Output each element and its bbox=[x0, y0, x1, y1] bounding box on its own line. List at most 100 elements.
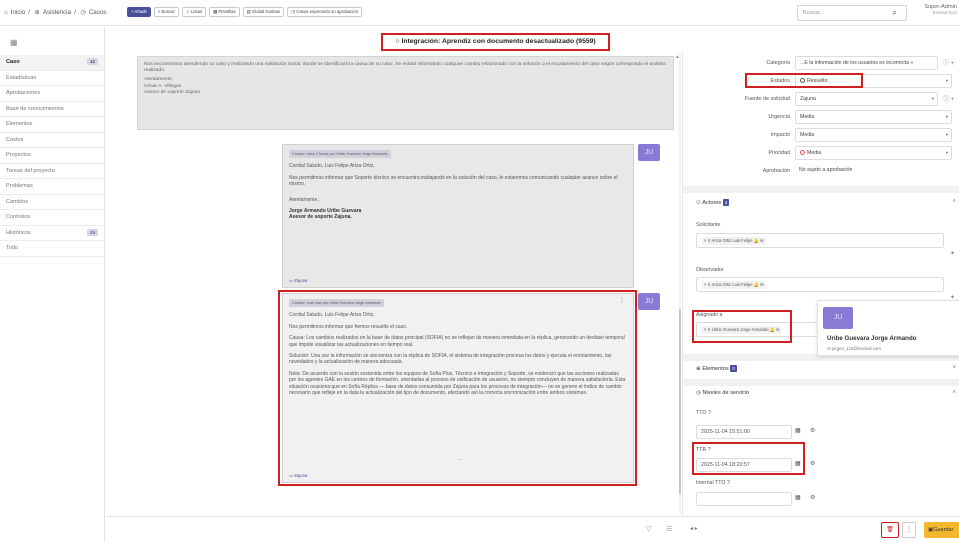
sla-header[interactable]: ◷ Niveles de servicio bbox=[696, 390, 749, 396]
ttr-date-input[interactable]: 2025-11-04 18:20:57 bbox=[696, 458, 792, 472]
info-plus-icon[interactable]: ⓘ + bbox=[943, 94, 954, 103]
internal-tto-date-input[interactable] bbox=[696, 492, 792, 506]
sidebar-item-tareas-proyecto[interactable]: Tareas del proyecto bbox=[0, 164, 104, 179]
sidebar-item-todo[interactable]: Todo bbox=[0, 241, 104, 257]
elements-header[interactable]: ⊕ Elementos 0 bbox=[696, 365, 737, 372]
scroll-up-icon[interactable]: ▴ bbox=[676, 54, 679, 60]
sidebar-item-caso[interactable]: Caso 12 bbox=[0, 55, 104, 71]
source-select[interactable]: Zajuna ▾ bbox=[795, 92, 938, 106]
list-view-icon[interactable]: ☰ bbox=[666, 525, 672, 533]
sidebar-item-historicos[interactable]: Históricos 29 bbox=[0, 226, 104, 241]
search-icon[interactable]: ⌕ bbox=[893, 8, 897, 18]
grid-icon[interactable]: ▦ bbox=[10, 38, 18, 47]
urgency-field: Urgencia Media ▾ bbox=[683, 110, 959, 125]
sla-icon: ◷ bbox=[696, 390, 701, 396]
approval-value: No sujeto a aprobación bbox=[799, 167, 853, 173]
user-menu[interactable]: Super-Admin Entidad Raíz bbox=[916, 4, 957, 15]
chevron-up-icon[interactable]: ˄ bbox=[952, 390, 956, 396]
templates-button[interactable]: ▦ Plantillas bbox=[209, 7, 240, 17]
calendar-icon[interactable]: ▦ bbox=[795, 494, 801, 501]
waiting-approval-button[interactable]: ◷ Casos esperando su aprobación bbox=[287, 7, 363, 17]
category-field: Categoría ...E la información de los usu… bbox=[683, 56, 959, 71]
search-button[interactable]: ⌕ Buscar bbox=[153, 7, 179, 17]
calendar-icon[interactable]: ▦ bbox=[795, 460, 801, 467]
gear-icon[interactable]: ⚙ bbox=[810, 460, 815, 467]
urgency-select[interactable]: Media ▾ bbox=[795, 110, 952, 124]
status-select[interactable]: Resuelto ▾ bbox=[795, 74, 952, 88]
save-button[interactable]: ▣Guardar bbox=[924, 522, 959, 538]
assistance-icon: ⊕ bbox=[34, 9, 40, 16]
sidebar-item-proyectos[interactable]: Proyectos bbox=[0, 148, 104, 164]
observer-chip[interactable]: × ⚲ Ariza Ortiz Luis Felipe 🔔 ✉ bbox=[702, 281, 766, 289]
priority-select[interactable]: Media ▾ bbox=[795, 146, 952, 160]
top-bar: ⌂ Inicio / ⊕ Asistencia / ◷ Casos + Añadir ⌕ … bbox=[0, 0, 959, 26]
more-options-icon[interactable]: ⋮ bbox=[619, 298, 625, 304]
cases-icon: ◷ bbox=[80, 9, 86, 16]
priority-dot-icon bbox=[800, 150, 805, 156]
chevron-down-icon: ▾ bbox=[945, 114, 948, 119]
properties-panel: Categoría ...E la información de los usu… bbox=[682, 52, 959, 516]
help-icon: ? bbox=[707, 447, 711, 453]
chevron-down-icon: ▾ bbox=[945, 150, 948, 155]
status-circle-icon: ○ bbox=[395, 38, 400, 45]
sidebar-item-problemas[interactable]: Problemas bbox=[0, 179, 104, 195]
chevron-up-icon[interactable]: ˄ bbox=[952, 199, 956, 205]
more-actions-button[interactable]: ⋮ bbox=[902, 522, 916, 538]
chevron-down-icon: ▾ bbox=[945, 78, 948, 83]
form-footer: ◂ ▸ 🗑 ⋮ ▣Guardar bbox=[682, 516, 959, 542]
delete-button[interactable]: 🗑 bbox=[881, 522, 899, 538]
sidebar-item-estadisticas[interactable]: Estadísticas bbox=[0, 71, 104, 86]
filter-icon[interactable]: ▽ bbox=[646, 525, 651, 533]
observer-field[interactable]: × ⚲ Ariza Ortiz Luis Felipe 🔔 ✉ bbox=[696, 277, 944, 292]
chevron-down-icon: ▾ bbox=[931, 96, 934, 101]
sidebar-item-cambios[interactable]: Cambios bbox=[0, 195, 104, 210]
breadcrumb: ⌂ Inicio / ⊕ Asistencia / ◷ Casos bbox=[4, 9, 107, 16]
user-entity: Entidad Raíz bbox=[933, 10, 957, 15]
chevron-down-icon[interactable]: ˅ bbox=[952, 365, 956, 371]
avatar: JU bbox=[638, 293, 660, 310]
breadcrumb-home[interactable]: Inicio bbox=[11, 9, 25, 16]
status-open-icon bbox=[800, 78, 805, 84]
gear-icon[interactable]: ⚙ bbox=[810, 427, 815, 434]
actors-header[interactable]: ⚇ Actores 3 bbox=[696, 199, 730, 206]
lists-button[interactable]: ☆ Listas bbox=[181, 7, 207, 17]
attachment-link[interactable]: ▭ Zajuna bbox=[289, 473, 307, 479]
calendar-icon[interactable]: ▦ bbox=[795, 427, 801, 434]
search-input[interactable]: Buscar... ⌕ bbox=[797, 5, 907, 21]
source-field: Fuente de solicitud Zajuna ▾ ⓘ + bbox=[683, 92, 959, 107]
info-plus-icon[interactable]: ⓘ + bbox=[943, 58, 954, 67]
section-divider bbox=[683, 379, 959, 386]
impact-field: Impacto Media ▾ bbox=[683, 128, 959, 143]
sidebar-item-base-conocimientos[interactable]: Base de conocimientos bbox=[0, 102, 104, 117]
expand-ellipsis[interactable]: ... bbox=[458, 456, 463, 462]
requester-field[interactable]: × ⚲ Ariza Ortiz Luis Felipe 🔔 ✉ bbox=[696, 233, 944, 248]
tto-date-input[interactable]: 2025-11-04 15:51:00 bbox=[696, 425, 792, 439]
elements-icon: ⊕ bbox=[696, 366, 701, 372]
breadcrumb-cases[interactable]: Casos bbox=[89, 9, 107, 16]
attachment-link[interactable]: ▭ Zajuna bbox=[289, 278, 307, 284]
kanban-button[interactable]: ▥ Global Kanban bbox=[242, 7, 285, 17]
help-icon: ? bbox=[707, 410, 711, 416]
sidebar-item-elementos[interactable]: Elementos bbox=[0, 117, 104, 133]
sidebar-item-contratos[interactable]: Contratos bbox=[0, 210, 104, 226]
timeline-message: Nos encontramos atendiendo su caso y rea… bbox=[137, 56, 674, 130]
sidebar-item-aprobaciones[interactable]: Aprobaciones bbox=[0, 86, 104, 102]
breadcrumb-assistance[interactable]: Asistencia bbox=[43, 9, 71, 16]
requester-chip[interactable]: × ⚲ Ariza Ortiz Luis Felipe 🔔 ✉ bbox=[702, 237, 766, 245]
gear-icon[interactable]: ⚙ bbox=[810, 494, 815, 501]
category-select[interactable]: ...E la información de los usuarios es i… bbox=[795, 56, 938, 70]
scrollbar-thumb[interactable] bbox=[679, 309, 681, 494]
message-meta: Creado: hace 2 horas por Uribe Guevara J… bbox=[289, 150, 391, 159]
priority-field: Prioridad Media ▾ bbox=[683, 146, 959, 161]
add-button[interactable]: + Añadir bbox=[127, 7, 151, 17]
sidebar-item-costos[interactable]: Costos bbox=[0, 133, 104, 148]
popover-user-email[interactable]: ✉ jorge3_123@hotmail.com bbox=[827, 346, 881, 352]
user-popover: JU Uribe Guevara Jorge Armando ✉ jorge3_… bbox=[817, 300, 959, 356]
assigned-chip[interactable]: × ⚲ Uribe Guevara Jorge Armando 🔔 ✉ bbox=[702, 326, 782, 334]
avatar: JU bbox=[823, 307, 853, 329]
add-requester-icon[interactable]: ✦ bbox=[950, 250, 955, 257]
impact-select[interactable]: Media ▾ bbox=[795, 128, 952, 142]
nav-arrows[interactable]: ◂ ▸ bbox=[690, 525, 698, 532]
trash-icon: 🗑 bbox=[886, 527, 894, 533]
help-icon: ? bbox=[727, 480, 730, 486]
